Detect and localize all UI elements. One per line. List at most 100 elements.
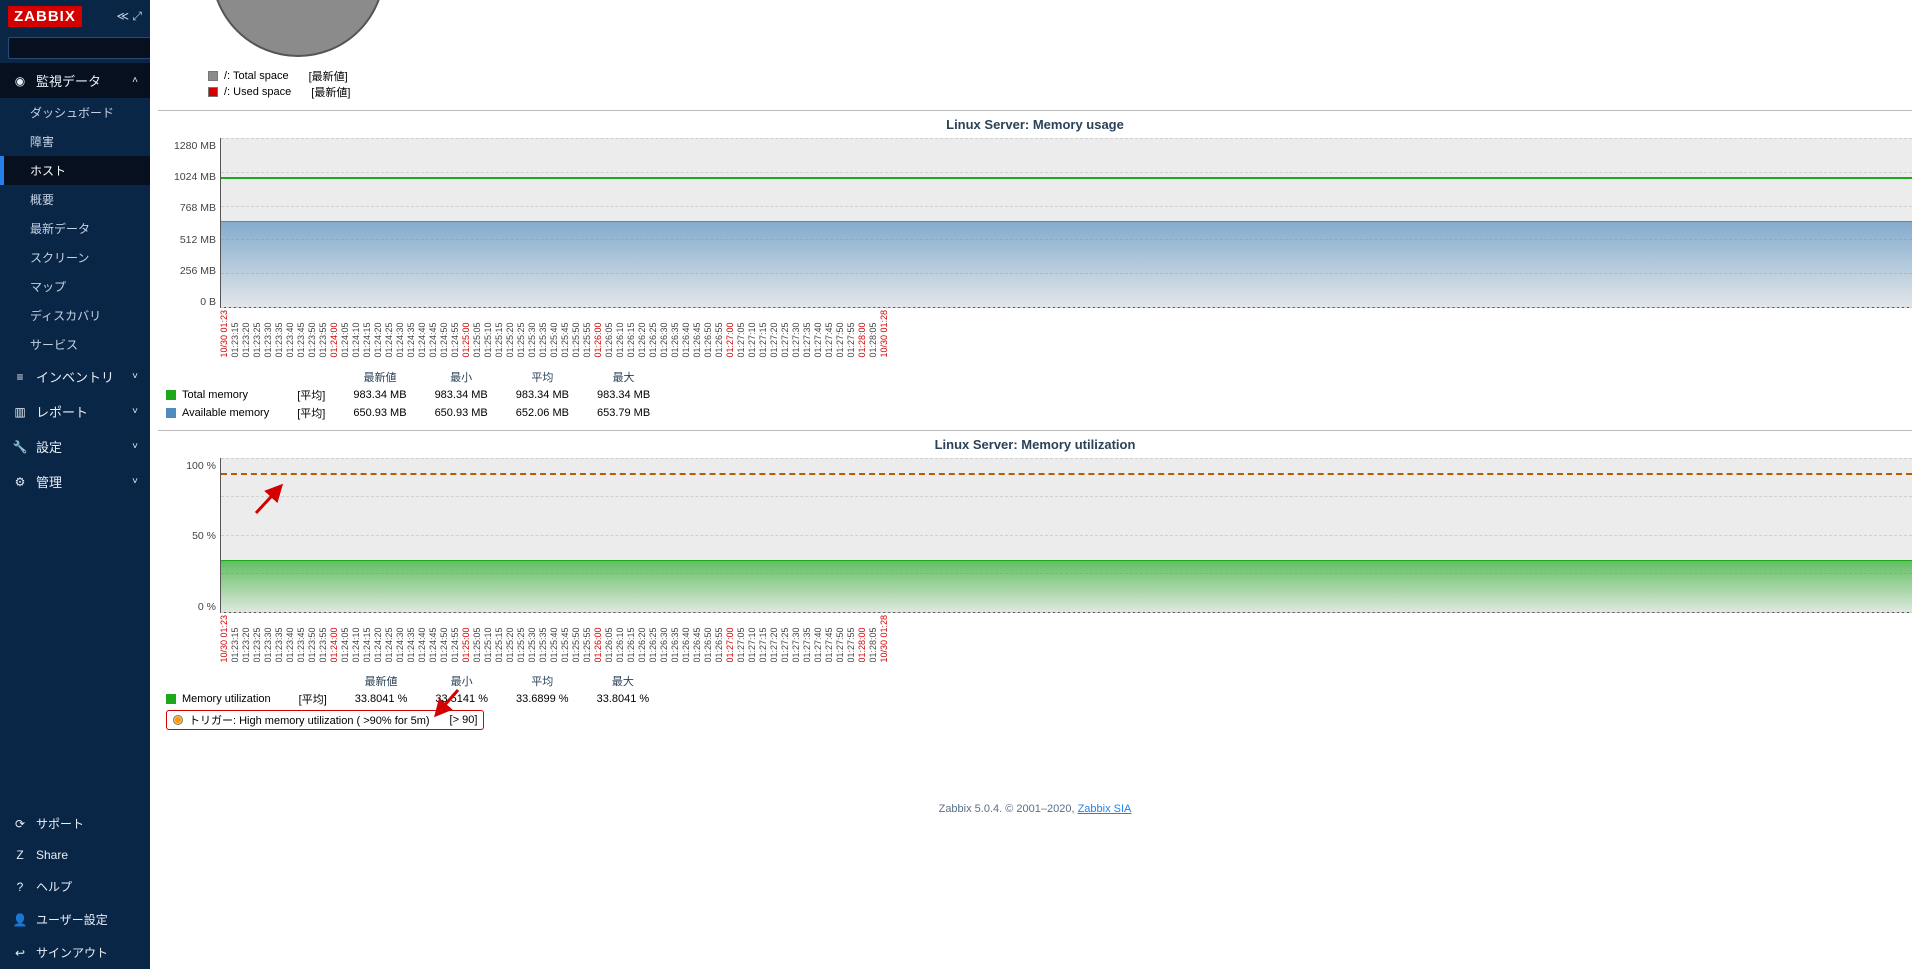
x-tick: 10/30 01:23 — [220, 615, 229, 663]
x-tick: 01:24:50 — [440, 615, 449, 663]
section-icon: ⚙ — [12, 475, 28, 489]
x-tick: 01:26:35 — [671, 310, 680, 358]
x-tick: 01:27:35 — [803, 310, 812, 358]
x-axis: 10/30 01:2301:23:1501:23:2001:23:2501:23… — [220, 613, 1912, 663]
x-tick: 01:25:00 — [462, 615, 471, 663]
x-tick: 10/30 01:23 — [220, 310, 229, 358]
x-tick: 01:24:05 — [341, 615, 350, 663]
x-tick: 01:28:05 — [869, 310, 878, 358]
nav-bottom-Share[interactable]: ZShare — [0, 840, 150, 870]
x-tick: 01:25:15 — [495, 310, 504, 358]
x-tick: 01:25:35 — [539, 310, 548, 358]
chart-panel-1: Linux Server: Memory utilization 100 %50… — [158, 430, 1912, 774]
x-tick: 01:27:05 — [737, 310, 746, 358]
bottom-icon: ? — [12, 880, 28, 894]
x-tick: 01:24:25 — [385, 310, 394, 358]
x-tick: 01:26:40 — [682, 310, 691, 358]
nav-bottom-サインアウト[interactable]: ↩サインアウト — [0, 936, 150, 969]
x-tick: 01:25:20 — [506, 615, 515, 663]
nav-bottom-サポート[interactable]: ⟳サポート — [0, 807, 150, 840]
logo[interactable]: ZABBIX — [8, 6, 82, 27]
x-tick: 01:27:55 — [847, 310, 856, 358]
chart-panel-0: Linux Server: Memory usage 1280 MB1024 M… — [158, 110, 1912, 422]
nav-section-設定[interactable]: 🔧設定˅ — [0, 429, 150, 464]
chart-title: Linux Server: Memory utilization — [158, 437, 1912, 452]
y-tick: 0 B — [158, 296, 216, 308]
series-Memory utilization — [221, 560, 1912, 612]
x-tick: 01:27:35 — [803, 615, 812, 663]
x-tick: 10/30 01:28 — [880, 310, 889, 358]
nav-item-スクリーン[interactable]: スクリーン — [0, 243, 150, 272]
disk-pie-chart — [208, 0, 388, 60]
x-tick: 01:23:30 — [264, 310, 273, 358]
x-tick: 01:23:15 — [231, 615, 240, 663]
x-tick: 01:27:30 — [792, 310, 801, 358]
nav-section-レポート[interactable]: ▥レポート˅ — [0, 394, 150, 429]
chart-plot[interactable] — [220, 458, 1912, 613]
bottom-icon: 👤 — [12, 913, 28, 927]
nav-section-インベントリ[interactable]: ≡インベントリ˅ — [0, 359, 150, 394]
nav-item-サービス[interactable]: サービス — [0, 330, 150, 359]
x-tick: 01:26:20 — [638, 615, 647, 663]
x-tick: 01:25:15 — [495, 615, 504, 663]
swatch-total-space — [208, 71, 218, 81]
y-tick: 512 MB — [158, 234, 216, 246]
trigger-icon — [173, 715, 183, 725]
x-tick: 01:25:45 — [561, 615, 570, 663]
nav-bottom-ヘルプ[interactable]: ?ヘルプ — [0, 870, 150, 903]
x-tick: 01:26:55 — [715, 615, 724, 663]
chevron-icon: ˅ — [132, 371, 138, 382]
nav-item-ホスト[interactable]: ホスト — [0, 156, 150, 185]
x-tick: 01:24:15 — [363, 615, 372, 663]
x-tick: 01:27:20 — [770, 615, 779, 663]
footer: Zabbix 5.0.4. © 2001–2020, Zabbix SIA — [158, 803, 1912, 815]
x-tick: 01:24:35 — [407, 310, 416, 358]
x-tick: 01:23:35 — [275, 615, 284, 663]
nav-item-最新データ[interactable]: 最新データ — [0, 214, 150, 243]
collapse-icon[interactable]: ≪ ⤢ — [117, 9, 143, 24]
nav-section-管理[interactable]: ⚙管理˅ — [0, 464, 150, 499]
x-tick: 01:26:45 — [693, 310, 702, 358]
bottom-icon: Z — [12, 848, 28, 862]
nav-item-マップ[interactable]: マップ — [0, 272, 150, 301]
trigger-line — [221, 473, 1912, 475]
sidebar: ZABBIX ≪ ⤢ ◉監視データ˄ダッシュボード障害ホスト概要最新データスクリ… — [0, 0, 150, 969]
y-tick: 0 % — [158, 601, 216, 613]
x-tick: 01:25:25 — [517, 615, 526, 663]
x-tick: 10/30 01:28 — [880, 615, 889, 663]
x-tick: 01:27:25 — [781, 615, 790, 663]
x-tick: 01:27:45 — [825, 615, 834, 663]
nav-bottom-ユーザー設定[interactable]: 👤ユーザー設定 — [0, 903, 150, 936]
x-tick: 01:25:05 — [473, 615, 482, 663]
x-tick: 01:28:00 — [858, 310, 867, 358]
x-tick: 01:24:45 — [429, 310, 438, 358]
chart-plot[interactable] — [220, 138, 1912, 308]
x-tick: 01:27:45 — [825, 310, 834, 358]
x-tick: 01:27:20 — [770, 310, 779, 358]
x-tick: 01:25:55 — [583, 615, 592, 663]
x-tick: 01:24:40 — [418, 615, 427, 663]
swatch-used-space — [208, 87, 218, 97]
x-tick: 01:23:20 — [242, 615, 251, 663]
x-tick: 01:23:45 — [297, 310, 306, 358]
x-tick: 01:27:30 — [792, 615, 801, 663]
x-tick: 01:23:35 — [275, 310, 284, 358]
y-tick: 256 MB — [158, 265, 216, 277]
x-tick: 01:24:30 — [396, 615, 405, 663]
y-tick: 768 MB — [158, 202, 216, 214]
x-tick: 01:24:10 — [352, 615, 361, 663]
legend-used-space: /: Used space — [224, 86, 291, 98]
x-tick: 01:23:20 — [242, 310, 251, 358]
nav-item-ダッシュボード[interactable]: ダッシュボード — [0, 98, 150, 127]
nav-item-概要[interactable]: 概要 — [0, 185, 150, 214]
nav-section-監視データ[interactable]: ◉監視データ˄ — [0, 63, 150, 98]
x-tick: 01:27:15 — [759, 615, 768, 663]
section-icon: ≡ — [12, 370, 28, 384]
nav-item-障害[interactable]: 障害 — [0, 127, 150, 156]
footer-link[interactable]: Zabbix SIA — [1078, 803, 1132, 815]
x-tick: 01:27:40 — [814, 615, 823, 663]
nav-item-ディスカバリ[interactable]: ディスカバリ — [0, 301, 150, 330]
x-tick: 01:26:35 — [671, 615, 680, 663]
x-tick: 01:27:10 — [748, 310, 757, 358]
x-tick: 01:24:15 — [363, 310, 372, 358]
